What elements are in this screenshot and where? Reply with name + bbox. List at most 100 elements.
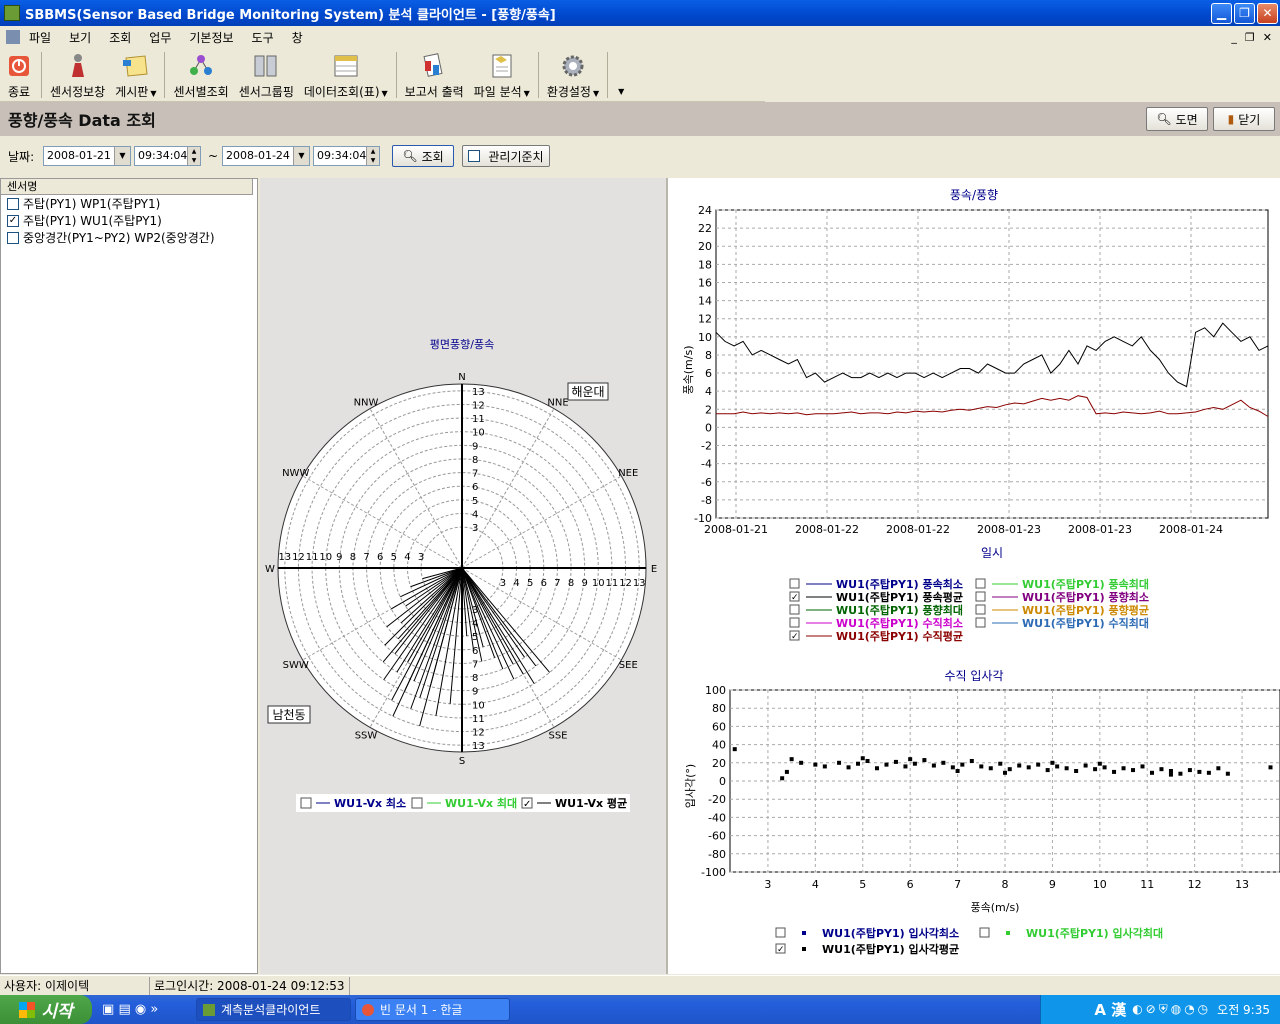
line-y-tick-label: 14 <box>698 295 712 308</box>
scatter-point <box>969 758 974 763</box>
map-button[interactable]: 🔍︎ 도면 <box>1146 107 1208 131</box>
annotation-haeundae-text: 해운대 <box>571 385 604 399</box>
list-item[interactable]: 주탑(PY1) WP1(주탑PY1) <box>1 195 257 212</box>
exit-button[interactable]: 종료 <box>0 48 38 100</box>
line-x-tick-label: 2008-01-22 <box>886 523 950 536</box>
mdi-minimize-icon[interactable]: _ <box>1231 31 1237 44</box>
sensor-group-button[interactable]: 센서그룹핑 <box>234 48 299 100</box>
scatter-title: 수직 입사각 <box>944 669 1003 683</box>
polar-direction-label: NWW <box>282 468 309 479</box>
scatter-x-tick-label: 10 <box>1093 878 1107 891</box>
scatter-point <box>1045 768 1050 773</box>
start-time-spinner[interactable]: 09:34:04 ▲ ▼ <box>134 146 201 166</box>
sensor-label: 중앙경간(PY1~PY2) WP2(중앙경간) <box>23 231 215 245</box>
report-button[interactable]: 보고서 출력 <box>400 48 469 100</box>
maximize-button[interactable]: ❐ <box>1234 2 1255 24</box>
scatter-point <box>1159 767 1164 772</box>
scatter-y-tick-label: 80 <box>712 702 726 715</box>
start-date-picker[interactable]: 2008-01-21 ▼ <box>43 146 131 166</box>
spin-arrows-icon[interactable]: ▲ ▼ <box>187 147 200 165</box>
page-title: 풍향/풍속 Data 조회 <box>8 111 156 130</box>
legend-marker <box>1006 931 1010 935</box>
menu-file[interactable]: 파일 <box>20 29 60 46</box>
sensor-group-label: 센서그룹핑 <box>238 85 294 99</box>
desktop-icon[interactable]: ▣ <box>102 1002 114 1017</box>
board-button[interactable]: 게시판 ▼ <box>110 48 161 100</box>
toolbar: 종료 센서정보창 게시판 ▼ 센서별조회 센서그룹핑 데이터조회(표) ▼ 보고서 … <box>0 48 765 102</box>
scatter-point <box>1131 768 1136 773</box>
sensor-checkbox[interactable]: ✓ <box>7 214 19 227</box>
menu-work[interactable]: 업무 <box>140 29 180 46</box>
polar-ring-label-s: 9 <box>472 687 478 698</box>
scatter-y-tick-label: 100 <box>705 684 726 697</box>
scatter-y-tick-label: -60 <box>708 830 726 843</box>
sensor-query-button[interactable]: 센서별조회 <box>168 48 233 100</box>
more-icon[interactable]: » <box>150 1002 158 1017</box>
board-label: 게시판 ▼ <box>115 85 157 99</box>
scatter-point <box>1149 770 1154 775</box>
menu-view[interactable]: 보기 <box>60 29 100 46</box>
menu-window[interactable]: 창 <box>283 29 312 46</box>
polar-ring-label-n: 13 <box>472 387 485 398</box>
line-x-tick-label: 2008-01-23 <box>1068 523 1132 536</box>
scatter-point <box>1225 771 1230 776</box>
mdi-controls: _ ❐ ✕ <box>1231 31 1280 44</box>
polar-ring-label-s: 12 <box>472 728 485 739</box>
ime-indicator[interactable]: A 漢 <box>1094 999 1126 1020</box>
chevron-down-icon[interactable]: ▼ <box>114 147 130 165</box>
date-label: 날짜: <box>8 150 35 164</box>
browser-icon[interactable]: ◉ <box>135 1002 146 1017</box>
list-item[interactable]: ✓ 주탑(PY1) WU1(주탑PY1) <box>1 212 257 229</box>
chevron-down-icon[interactable]: ▼ <box>293 147 309 165</box>
sensor-checkbox[interactable] <box>7 197 19 210</box>
sensor-label: 주탑(PY1) WU1(주탑PY1) <box>23 214 162 228</box>
line-chart-legend: WU1(주탑PY1) 풍속최소 WU1(주탑PY1) 풍속최대 ✓ WU1(주탑PY1… <box>783 574 1161 643</box>
settings-button[interactable]: 환경설정 ▼ <box>542 48 604 100</box>
toolbar-overflow-button[interactable]: ▼ <box>611 48 629 100</box>
legend-checkbox[interactable] <box>411 797 423 809</box>
mdi-restore-icon[interactable]: ❐ <box>1245 31 1255 44</box>
start-button[interactable]: 시작 <box>0 995 92 1024</box>
spin-arrows-icon[interactable]: ▲ ▼ <box>366 147 379 165</box>
range-tilde: ~ <box>208 149 219 163</box>
mgmt-checkbox[interactable] <box>468 150 481 162</box>
close-page-button[interactable]: ▮ 닫기 <box>1213 107 1275 131</box>
toolbar-separator <box>607 52 609 98</box>
board-icon <box>122 52 150 79</box>
menu-basic-info[interactable]: 기본정보 <box>180 29 242 46</box>
list-item[interactable]: 중앙경간(PY1~PY2) WP2(중앙경간) <box>1 229 257 246</box>
data-table-label: 데이터조회(표) ▼ <box>303 85 388 99</box>
polar-ring-label-n: 9 <box>472 441 478 452</box>
legend-checkbox[interactable] <box>300 797 312 809</box>
mgmt-threshold-toggle[interactable]: 관리기준치 <box>462 145 550 167</box>
close-window-button[interactable]: ✕ <box>1257 2 1278 24</box>
polar-direction-label: S <box>459 756 465 767</box>
scatter-point <box>903 764 908 769</box>
polar-ring-label-s: 11 <box>472 714 485 725</box>
end-date-picker[interactable]: 2008-01-24 ▼ <box>222 146 310 166</box>
task-hangul[interactable]: 빈 문서 1 - 한글 <box>355 998 510 1021</box>
legend-marker <box>802 947 806 951</box>
sensor-checkbox[interactable] <box>7 231 19 244</box>
gear-icon <box>559 52 587 79</box>
clock: 오전 9:35 <box>1217 1003 1270 1017</box>
polar-ring-label-w: 7 <box>363 552 369 563</box>
menu-tools[interactable]: 도구 <box>243 29 283 46</box>
line-plot-area <box>715 209 1269 519</box>
scatter-point <box>799 760 804 765</box>
end-time-spinner[interactable]: 09:34:04 ▲ ▼ <box>313 146 380 166</box>
scatter-chart: 100 80 60 40 20 0 -20 -40 -60 -80 -100 3 4 5 6 7 8 9 10 11 1… <box>701 684 1280 891</box>
query-button[interactable]: 🔍︎ 조회 <box>392 145 454 167</box>
menu-query[interactable]: 조회 <box>100 29 140 46</box>
toolbar-separator <box>164 52 166 98</box>
sensor-info-button[interactable]: 센서정보창 <box>45 48 110 100</box>
data-table-button[interactable]: 데이터조회(표) ▼ <box>299 48 393 100</box>
scatter-point <box>1168 772 1173 777</box>
file-analysis-button[interactable]: 파일 분석 ▼ <box>469 48 535 100</box>
legend-label: WU1(주탑PY1) 수직평균 <box>836 629 963 643</box>
media-icon[interactable]: ▤ <box>118 1002 130 1017</box>
mdi-close-icon[interactable]: ✕ <box>1263 31 1272 44</box>
minimize-button[interactable]: ▁ <box>1211 2 1232 24</box>
task-analysis-client[interactable]: 계측분석클라이언트 <box>196 998 351 1021</box>
legend-checkbox <box>775 927 786 938</box>
